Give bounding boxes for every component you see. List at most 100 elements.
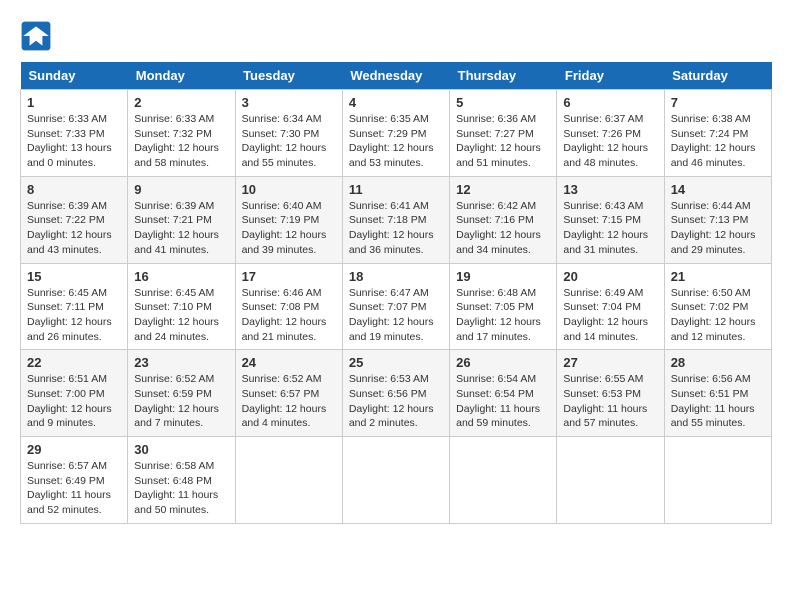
calendar-cell: 10 Sunrise: 6:40 AM Sunset: 7:19 PM Dayl… (235, 176, 342, 263)
daylight-text: Daylight: 12 hours and 31 minutes. (563, 229, 648, 256)
day-info: Sunrise: 6:34 AM Sunset: 7:30 PM Dayligh… (242, 112, 336, 171)
daylight-text: Daylight: 12 hours and 43 minutes. (27, 229, 112, 256)
day-info: Sunrise: 6:47 AM Sunset: 7:07 PM Dayligh… (349, 286, 443, 345)
calendar-cell: 1 Sunrise: 6:33 AM Sunset: 7:33 PM Dayli… (21, 90, 128, 177)
logo (20, 20, 56, 52)
sunrise-text: Sunrise: 6:52 AM (242, 373, 322, 385)
day-number: 19 (456, 269, 550, 284)
calendar-week-row: 1 Sunrise: 6:33 AM Sunset: 7:33 PM Dayli… (21, 90, 772, 177)
sunset-text: Sunset: 7:15 PM (563, 214, 641, 226)
sunset-text: Sunset: 7:00 PM (27, 388, 105, 400)
sunset-text: Sunset: 6:53 PM (563, 388, 641, 400)
day-number: 24 (242, 355, 336, 370)
calendar-week-row: 8 Sunrise: 6:39 AM Sunset: 7:22 PM Dayli… (21, 176, 772, 263)
sunset-text: Sunset: 6:49 PM (27, 475, 105, 487)
calendar-cell: 23 Sunrise: 6:52 AM Sunset: 6:59 PM Dayl… (128, 350, 235, 437)
sunrise-text: Sunrise: 6:45 AM (134, 287, 214, 299)
calendar-cell (557, 437, 664, 524)
daylight-text: Daylight: 12 hours and 9 minutes. (27, 403, 112, 430)
day-info: Sunrise: 6:38 AM Sunset: 7:24 PM Dayligh… (671, 112, 765, 171)
calendar-cell (450, 437, 557, 524)
sunset-text: Sunset: 7:29 PM (349, 128, 427, 140)
daylight-text: Daylight: 12 hours and 4 minutes. (242, 403, 327, 430)
calendar-cell: 26 Sunrise: 6:54 AM Sunset: 6:54 PM Dayl… (450, 350, 557, 437)
calendar-cell: 4 Sunrise: 6:35 AM Sunset: 7:29 PM Dayli… (342, 90, 449, 177)
day-number: 27 (563, 355, 657, 370)
sunrise-text: Sunrise: 6:33 AM (27, 113, 107, 125)
sunrise-text: Sunrise: 6:42 AM (456, 200, 536, 212)
day-info: Sunrise: 6:54 AM Sunset: 6:54 PM Dayligh… (456, 372, 550, 431)
daylight-text: Daylight: 11 hours and 57 minutes. (563, 403, 647, 430)
calendar-cell: 13 Sunrise: 6:43 AM Sunset: 7:15 PM Dayl… (557, 176, 664, 263)
day-number: 3 (242, 95, 336, 110)
sunrise-text: Sunrise: 6:54 AM (456, 373, 536, 385)
sunrise-text: Sunrise: 6:33 AM (134, 113, 214, 125)
day-number: 6 (563, 95, 657, 110)
logo-icon (20, 20, 52, 52)
sunset-text: Sunset: 7:04 PM (563, 301, 641, 313)
daylight-text: Daylight: 12 hours and 21 minutes. (242, 316, 327, 343)
day-info: Sunrise: 6:50 AM Sunset: 7:02 PM Dayligh… (671, 286, 765, 345)
day-number: 18 (349, 269, 443, 284)
calendar-cell: 7 Sunrise: 6:38 AM Sunset: 7:24 PM Dayli… (664, 90, 771, 177)
day-header-thursday: Thursday (450, 62, 557, 90)
sunrise-text: Sunrise: 6:37 AM (563, 113, 643, 125)
day-info: Sunrise: 6:55 AM Sunset: 6:53 PM Dayligh… (563, 372, 657, 431)
day-info: Sunrise: 6:57 AM Sunset: 6:49 PM Dayligh… (27, 459, 121, 518)
daylight-text: Daylight: 12 hours and 34 minutes. (456, 229, 541, 256)
day-number: 25 (349, 355, 443, 370)
day-info: Sunrise: 6:49 AM Sunset: 7:04 PM Dayligh… (563, 286, 657, 345)
calendar-cell: 11 Sunrise: 6:41 AM Sunset: 7:18 PM Dayl… (342, 176, 449, 263)
day-header-monday: Monday (128, 62, 235, 90)
day-number: 1 (27, 95, 121, 110)
day-number: 21 (671, 269, 765, 284)
day-info: Sunrise: 6:48 AM Sunset: 7:05 PM Dayligh… (456, 286, 550, 345)
calendar-cell: 16 Sunrise: 6:45 AM Sunset: 7:10 PM Dayl… (128, 263, 235, 350)
day-info: Sunrise: 6:43 AM Sunset: 7:15 PM Dayligh… (563, 199, 657, 258)
calendar-cell: 17 Sunrise: 6:46 AM Sunset: 7:08 PM Dayl… (235, 263, 342, 350)
daylight-text: Daylight: 12 hours and 19 minutes. (349, 316, 434, 343)
sunset-text: Sunset: 7:18 PM (349, 214, 427, 226)
calendar-cell: 29 Sunrise: 6:57 AM Sunset: 6:49 PM Dayl… (21, 437, 128, 524)
sunrise-text: Sunrise: 6:53 AM (349, 373, 429, 385)
calendar-cell: 21 Sunrise: 6:50 AM Sunset: 7:02 PM Dayl… (664, 263, 771, 350)
sunrise-text: Sunrise: 6:40 AM (242, 200, 322, 212)
calendar-cell (342, 437, 449, 524)
sunset-text: Sunset: 6:57 PM (242, 388, 320, 400)
daylight-text: Daylight: 12 hours and 14 minutes. (563, 316, 648, 343)
calendar-cell: 30 Sunrise: 6:58 AM Sunset: 6:48 PM Dayl… (128, 437, 235, 524)
calendar-cell: 9 Sunrise: 6:39 AM Sunset: 7:21 PM Dayli… (128, 176, 235, 263)
day-info: Sunrise: 6:58 AM Sunset: 6:48 PM Dayligh… (134, 459, 228, 518)
calendar-week-row: 22 Sunrise: 6:51 AM Sunset: 7:00 PM Dayl… (21, 350, 772, 437)
day-number: 22 (27, 355, 121, 370)
day-number: 13 (563, 182, 657, 197)
sunset-text: Sunset: 7:02 PM (671, 301, 749, 313)
daylight-text: Daylight: 12 hours and 46 minutes. (671, 142, 756, 169)
day-number: 15 (27, 269, 121, 284)
day-number: 8 (27, 182, 121, 197)
calendar-week-row: 15 Sunrise: 6:45 AM Sunset: 7:11 PM Dayl… (21, 263, 772, 350)
daylight-text: Daylight: 11 hours and 52 minutes. (27, 489, 111, 516)
sunset-text: Sunset: 7:16 PM (456, 214, 534, 226)
sunset-text: Sunset: 7:13 PM (671, 214, 749, 226)
calendar-table: SundayMondayTuesdayWednesdayThursdayFrid… (20, 62, 772, 524)
day-header-sunday: Sunday (21, 62, 128, 90)
daylight-text: Daylight: 12 hours and 58 minutes. (134, 142, 219, 169)
calendar-cell: 3 Sunrise: 6:34 AM Sunset: 7:30 PM Dayli… (235, 90, 342, 177)
daylight-text: Daylight: 13 hours and 0 minutes. (27, 142, 112, 169)
sunset-text: Sunset: 6:56 PM (349, 388, 427, 400)
sunset-text: Sunset: 6:59 PM (134, 388, 212, 400)
calendar-cell: 8 Sunrise: 6:39 AM Sunset: 7:22 PM Dayli… (21, 176, 128, 263)
sunset-text: Sunset: 7:22 PM (27, 214, 105, 226)
day-info: Sunrise: 6:39 AM Sunset: 7:22 PM Dayligh… (27, 199, 121, 258)
day-info: Sunrise: 6:44 AM Sunset: 7:13 PM Dayligh… (671, 199, 765, 258)
sunset-text: Sunset: 6:48 PM (134, 475, 212, 487)
calendar-cell: 25 Sunrise: 6:53 AM Sunset: 6:56 PM Dayl… (342, 350, 449, 437)
sunrise-text: Sunrise: 6:47 AM (349, 287, 429, 299)
daylight-text: Daylight: 11 hours and 55 minutes. (671, 403, 755, 430)
day-number: 17 (242, 269, 336, 284)
calendar-cell: 19 Sunrise: 6:48 AM Sunset: 7:05 PM Dayl… (450, 263, 557, 350)
day-info: Sunrise: 6:51 AM Sunset: 7:00 PM Dayligh… (27, 372, 121, 431)
day-info: Sunrise: 6:52 AM Sunset: 6:59 PM Dayligh… (134, 372, 228, 431)
sunrise-text: Sunrise: 6:51 AM (27, 373, 107, 385)
